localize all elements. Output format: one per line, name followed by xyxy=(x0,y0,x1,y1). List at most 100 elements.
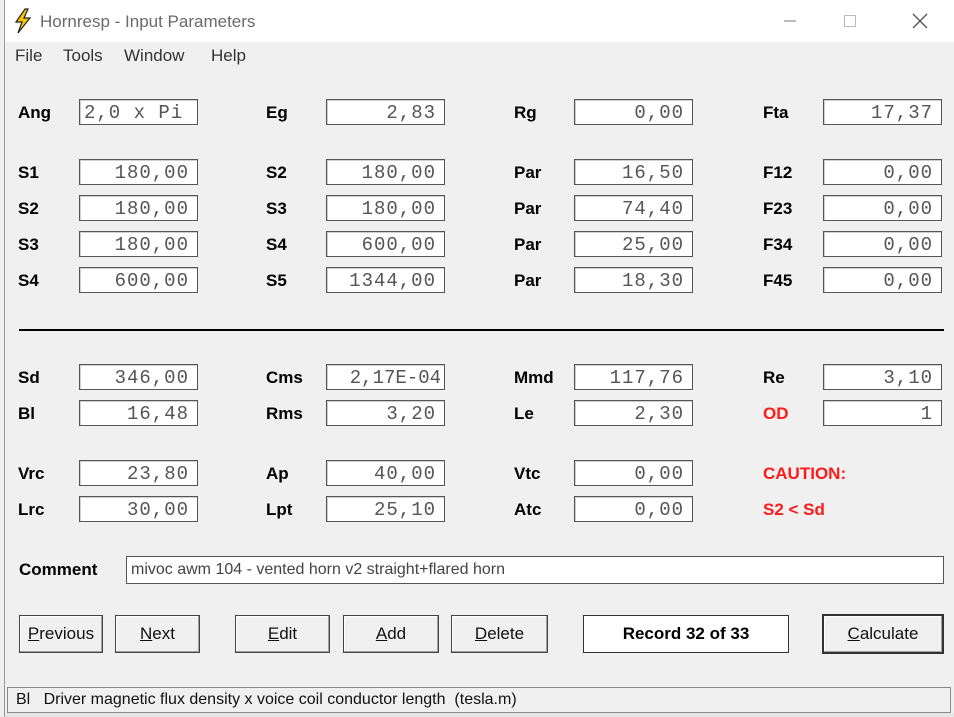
label-le: Le xyxy=(514,404,534,423)
f12-field[interactable]: 0,00 xyxy=(823,159,942,185)
next-button-label: ext xyxy=(152,624,175,643)
le-field[interactable]: 2,30 xyxy=(574,400,693,426)
par4-field[interactable]: 18,30 xyxy=(574,267,693,293)
close-icon xyxy=(912,13,928,29)
rms-field[interactable]: 3,20 xyxy=(326,400,445,426)
lightning-bolt-icon xyxy=(14,8,32,34)
par1-field[interactable]: 16,50 xyxy=(574,159,693,185)
s3-row3-field[interactable]: 180,00 xyxy=(79,231,198,257)
label-par2: Par xyxy=(514,199,542,218)
bl-field[interactable]: 16,48 xyxy=(79,400,198,426)
label-comment: Comment xyxy=(19,560,98,579)
delete-button-label: elete xyxy=(487,624,525,643)
s2-row2-field[interactable]: 180,00 xyxy=(79,195,198,221)
f45-field[interactable]: 0,00 xyxy=(823,267,942,293)
label-s2-row2: S2 xyxy=(18,199,39,218)
label-s5: S5 xyxy=(266,271,287,290)
delete-button-accel: D xyxy=(474,624,488,643)
calculate-button[interactable]: Calculate xyxy=(822,614,944,654)
label-fta: Fta xyxy=(763,103,789,122)
menu-tools[interactable]: Tools xyxy=(63,46,103,66)
menu-window[interactable]: Window xyxy=(124,46,184,66)
re-field[interactable]: 3,10 xyxy=(823,364,942,390)
previous-button-accel: P xyxy=(27,624,40,643)
delete-button[interactable]: Delete xyxy=(451,615,548,653)
s1-field[interactable]: 180,00 xyxy=(79,159,198,185)
label-lpt: Lpt xyxy=(266,500,293,519)
f34-field[interactable]: 0,00 xyxy=(823,231,942,257)
previous-button[interactable]: Previous xyxy=(19,615,103,653)
s2-field[interactable]: 180,00 xyxy=(326,159,445,185)
vrc-field[interactable]: 23,80 xyxy=(79,460,198,486)
ang-field[interactable]: 2,0 x Pi xyxy=(79,99,198,125)
s5-field[interactable]: 1344,00 xyxy=(326,267,445,293)
label-ang: Ang xyxy=(18,103,52,122)
label-f34: F34 xyxy=(763,235,793,254)
label-vtc: Vtc xyxy=(514,464,541,483)
ap-field[interactable]: 40,00 xyxy=(326,460,445,486)
menu-help[interactable]: Help xyxy=(211,46,246,66)
rg-field[interactable]: 0,00 xyxy=(574,99,693,125)
label-s4: S4 xyxy=(266,235,287,254)
label-rms: Rms xyxy=(266,404,303,423)
label-s4-row4: S4 xyxy=(18,271,39,290)
next-button-accel: N xyxy=(140,624,153,643)
label-s1: S1 xyxy=(18,163,39,182)
label-f12: F12 xyxy=(763,163,793,182)
add-button-accel: A xyxy=(375,624,388,643)
close-button[interactable] xyxy=(897,0,943,42)
edit-button-label: dit xyxy=(279,624,298,643)
label-bl: Bl xyxy=(18,404,35,423)
calculate-button-label: alculate xyxy=(859,624,919,643)
label-s3: S3 xyxy=(266,199,287,218)
od-field[interactable]: 1 xyxy=(823,400,942,426)
s4-row4-field[interactable]: 600,00 xyxy=(79,267,198,293)
label-atc: Atc xyxy=(514,500,542,519)
sd-field[interactable]: 346,00 xyxy=(79,364,198,390)
add-button[interactable]: Add xyxy=(343,615,439,653)
f23-field[interactable]: 0,00 xyxy=(823,195,942,221)
label-mmd: Mmd xyxy=(514,368,554,387)
label-cms: Cms xyxy=(266,368,303,387)
label-s2: S2 xyxy=(266,163,287,182)
add-button-label: dd xyxy=(387,624,407,643)
vtc-field[interactable]: 0,00 xyxy=(574,460,693,486)
fta-field[interactable]: 17,37 xyxy=(823,99,942,125)
next-button[interactable]: Next xyxy=(115,615,200,653)
s4-field[interactable]: 600,00 xyxy=(326,231,445,257)
atc-field[interactable]: 0,00 xyxy=(574,496,693,522)
edit-button[interactable]: Edit xyxy=(235,615,330,653)
label-od: OD xyxy=(763,404,789,423)
label-sd: Sd xyxy=(18,368,40,387)
caution-message: S2 < Sd xyxy=(763,500,825,519)
menu-bar: File Tools Window Help xyxy=(5,42,954,70)
minimize-button[interactable] xyxy=(767,0,813,42)
maximize-icon xyxy=(844,15,856,27)
label-par4: Par xyxy=(514,271,542,290)
record-indicator: Record 32 of 33 xyxy=(583,615,789,653)
maximize-button[interactable] xyxy=(827,0,873,42)
label-f45: F45 xyxy=(763,271,793,290)
label-par1: Par xyxy=(514,163,542,182)
window-title: Hornresp - Input Parameters xyxy=(40,12,256,31)
label-ap: Ap xyxy=(266,464,289,483)
label-s3-row3: S3 xyxy=(18,235,39,254)
lrc-field[interactable]: 30,00 xyxy=(79,496,198,522)
caution-title: CAUTION: xyxy=(763,464,847,483)
title-bar: Hornresp - Input Parameters xyxy=(5,0,954,42)
eg-field[interactable]: 2,83 xyxy=(326,99,445,125)
label-vrc: Vrc xyxy=(18,464,45,483)
label-re: Re xyxy=(763,368,785,387)
par3-field[interactable]: 25,00 xyxy=(574,231,693,257)
lpt-field[interactable]: 25,10 xyxy=(326,496,445,522)
cms-field[interactable]: 2,17E-04 xyxy=(326,364,445,390)
par2-field[interactable]: 74,40 xyxy=(574,195,693,221)
label-par3: Par xyxy=(514,235,542,254)
s3-field[interactable]: 180,00 xyxy=(326,195,445,221)
mmd-field[interactable]: 117,76 xyxy=(574,364,693,390)
label-eg: Eg xyxy=(266,103,288,122)
calculate-button-accel: C xyxy=(847,624,860,643)
menu-file[interactable]: File xyxy=(15,46,42,66)
label-lrc: Lrc xyxy=(18,500,45,519)
comment-field[interactable]: mivoc awm 104 - vented horn v2 straight+… xyxy=(126,556,944,584)
